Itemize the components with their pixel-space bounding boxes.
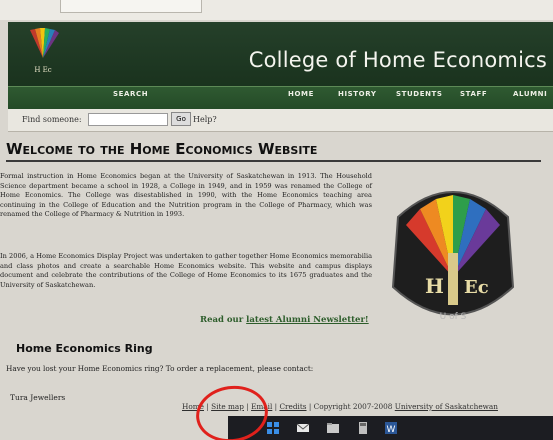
go-button[interactable]: Go [171, 112, 191, 126]
help-link[interactable]: Help? [193, 115, 217, 124]
word-icon[interactable]: W [384, 421, 398, 435]
calculator-icon[interactable] [356, 421, 370, 435]
site-header: H Ec College of Home Economics Search Ho… [8, 22, 553, 109]
newsletter-link[interactable]: latest Alumni Newsletter! [246, 315, 369, 325]
file-explorer-icon[interactable] [326, 421, 340, 435]
display-project-paragraph: In 2006, a Home Economics Display Projec… [0, 252, 372, 289]
find-someone-bar: Find someone: Go Help? [8, 109, 553, 132]
browser-screen: H Ec College of Home Economics Search Ho… [0, 0, 553, 440]
ring-heading: Home Economics Ring [16, 342, 153, 355]
badge-text-ec: Ec [464, 277, 489, 298]
badge-text-h: H [425, 274, 444, 298]
os-taskbar: W [228, 416, 553, 440]
heading-rule [6, 160, 541, 162]
logo-rainbow-icon [30, 28, 59, 58]
home-ec-badge-image: H Ec U of S [391, 191, 515, 322]
newsletter-line: Read our latest Alumni Newsletter! [200, 315, 369, 325]
browser-tab[interactable] [60, 0, 202, 13]
nav-alumni[interactable]: Alumni [513, 90, 547, 98]
logo-text: H Ec [34, 66, 51, 74]
newsletter-prefix: Read our [200, 315, 247, 325]
page-heading: Welcome to the Home Economics Website [6, 140, 318, 158]
site-title: College of Home Economics [248, 48, 547, 72]
jeweller-name: Tura Jewellers [10, 393, 66, 402]
footer-copyright: Copyright 2007-2008 [313, 402, 395, 411]
nav-home[interactable]: Home [288, 90, 314, 98]
windows-start-icon[interactable] [266, 421, 280, 435]
find-someone-label: Find someone: [22, 115, 82, 124]
browser-chrome [0, 0, 553, 20]
nav-staff[interactable]: Staff [460, 90, 487, 98]
nav-students[interactable]: Students [396, 90, 443, 98]
ring-text: Have you lost your Home Economics ring? … [6, 364, 314, 373]
svg-text:W: W [387, 425, 396, 435]
nav-history[interactable]: History [338, 90, 377, 98]
footer-link-credits[interactable]: Credits [279, 402, 306, 411]
footer-university-link[interactable]: University of Saskatchewan [395, 402, 498, 411]
mail-icon[interactable] [296, 421, 310, 435]
find-someone-input[interactable] [88, 113, 168, 126]
college-logo[interactable]: H Ec [12, 24, 74, 86]
intro-paragraph: Formal instruction in Home Economics beg… [0, 172, 372, 219]
badge-sub: U of S [440, 312, 467, 322]
nav-search[interactable]: Search [113, 90, 148, 98]
